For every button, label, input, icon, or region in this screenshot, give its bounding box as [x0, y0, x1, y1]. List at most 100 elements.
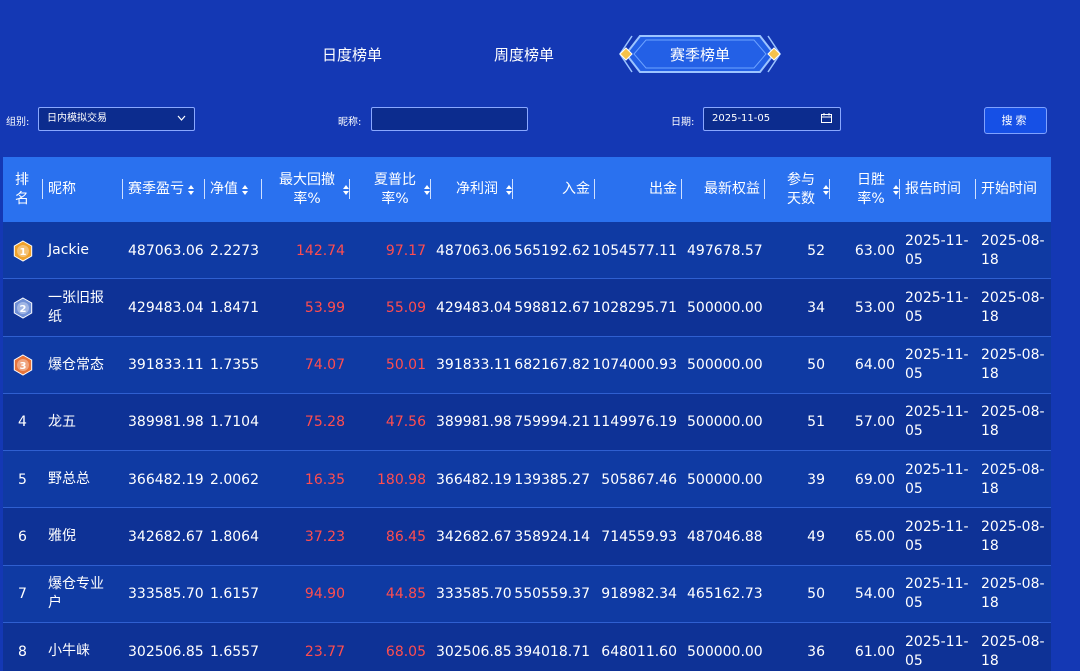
cell-rank: 4 [18, 414, 27, 431]
group-label: 组别: [6, 117, 30, 128]
table-row[interactable]: 2 一张旧报纸 429483.04 1.8471 53.99 55.09 429483.04… [3, 279, 1051, 337]
table-row[interactable]: 6 雅倪 342682.67 1.8064 37.23 86.45 342682.67 358… [3, 508, 1051, 566]
column-header-label: 夏普比 率% [374, 171, 416, 207]
table-row[interactable]: 4 龙五 389981.98 1.7104 75.28 47.56 389981.98 759… [3, 393, 1051, 452]
cell-start-time: 2025-08- 18 [981, 347, 1045, 383]
cell-start-time: 2025-08- 18 [981, 232, 1045, 268]
cell-sharpe: 44.85 [385, 586, 426, 603]
group-select[interactable]: 日内模拟交易 [38, 107, 195, 131]
column-header-win-rate[interactable]: 日胜 率% [829, 157, 899, 222]
nickname-input[interactable] [371, 107, 528, 131]
search-button[interactable]: 搜索 [984, 107, 1047, 134]
column-header-label: 报告时间 [905, 181, 961, 197]
cell-max-drawdown: 74.07 [304, 357, 345, 374]
column-header-season-pnl[interactable]: 赛季盈亏 [122, 157, 204, 222]
cell-sharpe: 55.09 [385, 299, 426, 316]
cell-win-rate: 69.00 [854, 471, 895, 488]
cell-max-drawdown: 75.28 [304, 414, 345, 431]
column-divider [430, 179, 431, 199]
cell-sharpe: 97.17 [385, 242, 426, 259]
cell-rank: 7 [18, 586, 27, 603]
silver-medal-icon: 2 [3, 279, 42, 336]
table-row[interactable]: 3 爆仓常态 391833.11 1.7355 74.07 50.01 391833.11 6… [3, 336, 1051, 394]
sort-arrows-icon[interactable] [188, 184, 194, 195]
bronze-medal-icon: 3 [3, 337, 42, 394]
cell-deposit: 394018.71 [514, 643, 590, 660]
cell-deposit: 598812.67 [514, 299, 590, 316]
column-header-label: 赛季盈亏 [128, 181, 184, 197]
cell-net-profit: 429483.04 [436, 299, 512, 316]
cell-nav: 1.6557 [210, 643, 259, 660]
cell-report-time: 2025-11- 05 [905, 289, 969, 325]
column-header-sharpe[interactable]: 夏普比 率% [349, 157, 430, 222]
svg-text:1: 1 [19, 247, 26, 258]
cell-days: 49 [807, 528, 825, 545]
cell-sharpe: 86.45 [385, 528, 426, 545]
column-header-latest-equity: 最新权益 [681, 157, 764, 222]
cell-nav: 1.8471 [210, 299, 259, 316]
table-row[interactable]: 1 Jackie 487063.06 2.2273 142.74 97.17 487063.… [3, 222, 1051, 280]
column-header-rank: 排名 [3, 157, 42, 222]
cell-max-drawdown: 53.99 [304, 299, 345, 316]
cell-win-rate: 54.00 [854, 586, 895, 603]
cell-report-time: 2025-11- 05 [905, 404, 969, 440]
cell-latest-equity: 500000.00 [687, 643, 763, 660]
cell-report-time: 2025-11- 05 [905, 518, 969, 554]
column-divider [764, 179, 765, 199]
tab-weekly-ranking[interactable]: 周度榜单 [494, 44, 554, 65]
cell-deposit: 358924.14 [514, 528, 590, 545]
cell-days: 34 [807, 299, 825, 316]
cell-season-pnl: 342682.67 [128, 528, 204, 545]
cell-latest-equity: 500000.00 [687, 299, 763, 316]
cell-sharpe: 50.01 [385, 357, 426, 374]
cell-max-drawdown: 16.35 [304, 471, 345, 488]
cell-nav: 1.7104 [210, 414, 259, 431]
column-header-label: 开始时间 [981, 181, 1037, 197]
svg-text:3: 3 [19, 361, 26, 372]
column-header-days[interactable]: 参与 天数 [764, 157, 829, 222]
sort-arrows-icon[interactable] [242, 184, 248, 195]
cell-season-pnl: 487063.06 [128, 242, 204, 259]
cell-net-profit: 391833.11 [436, 357, 512, 374]
cell-nickname: 雅倪 [48, 528, 76, 545]
cell-withdrawal: 1149976.19 [592, 414, 677, 431]
cell-win-rate: 65.00 [854, 528, 895, 545]
column-header-nickname: 昵称 [42, 157, 122, 222]
svg-text:2: 2 [19, 304, 26, 315]
table-row[interactable]: 7 爆仓专业户 333585.70 1.6157 94.90 44.85 333585.70… [3, 565, 1051, 624]
date-input[interactable]: 2025-11-05 [703, 107, 841, 131]
column-header-net-profit[interactable]: 净利润 [430, 157, 512, 222]
column-divider [975, 179, 976, 199]
tab-season-label: 赛季榜单 [669, 46, 730, 64]
table-row[interactable]: 5 野总总 366482.19 2.0062 16.35 180.98 366482.19 1… [3, 451, 1051, 509]
cell-withdrawal: 714559.93 [601, 528, 677, 545]
cell-rank: 8 [18, 643, 27, 660]
cell-withdrawal: 1054577.11 [592, 242, 677, 259]
cell-deposit: 550559.37 [514, 586, 590, 603]
cell-net-profit: 389981.98 [436, 414, 512, 431]
column-header-nav[interactable]: 净值 [204, 157, 261, 222]
cell-nickname: 爆仓专业户 [48, 576, 104, 612]
column-header-max-drawdown[interactable]: 最大回撤 率% [261, 157, 349, 222]
cell-latest-equity: 500000.00 [687, 357, 763, 374]
table-row[interactable]: 8 小牛崃 302506.85 1.6557 23.77 68.05 302506.85 39… [3, 623, 1051, 671]
cell-days: 39 [807, 471, 825, 488]
cell-start-time: 2025-08- 18 [981, 461, 1045, 497]
column-divider [349, 179, 350, 199]
cell-net-profit: 302506.85 [436, 643, 512, 660]
cell-season-pnl: 389981.98 [128, 414, 204, 431]
column-header-withdrawal: 出金 [594, 157, 681, 222]
tab-season-ranking[interactable]: 赛季榜单 [618, 34, 782, 74]
cell-latest-equity: 500000.00 [687, 414, 763, 431]
cell-win-rate: 61.00 [854, 643, 895, 660]
column-header-label: 昵称 [48, 181, 76, 197]
cell-withdrawal: 1074000.93 [592, 357, 677, 374]
cell-season-pnl: 391833.11 [128, 357, 204, 374]
cell-report-time: 2025-11- 05 [905, 347, 969, 383]
column-divider [681, 179, 682, 199]
cell-days: 52 [807, 242, 825, 259]
cell-deposit: 139385.27 [514, 471, 590, 488]
tab-daily-ranking[interactable]: 日度榜单 [322, 44, 382, 65]
column-header-label: 净值 [210, 181, 238, 197]
cell-season-pnl: 333585.70 [128, 586, 204, 603]
